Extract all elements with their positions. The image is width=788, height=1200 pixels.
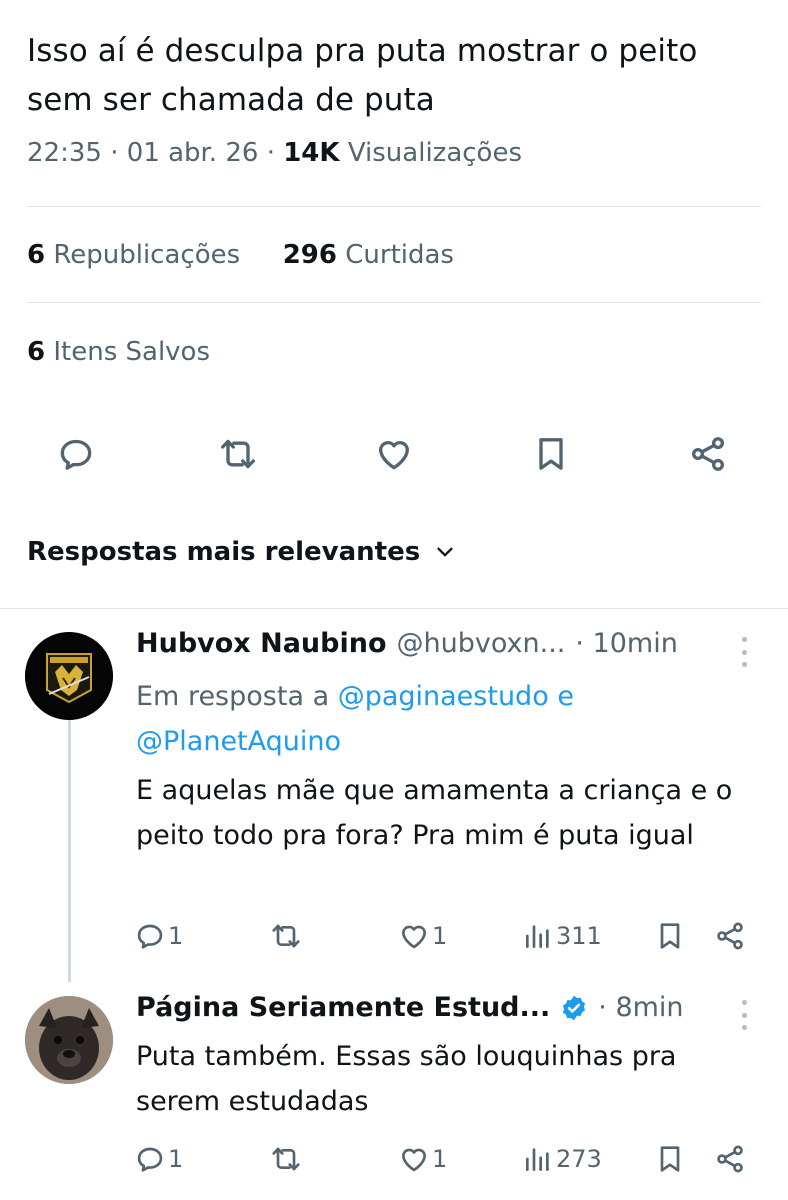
retweet-icon (272, 924, 300, 948)
tweet-text: Isso aí é desculpa pra puta mostrar o pe… (27, 33, 698, 118)
reposts-stat[interactable]: 6 Republicações (27, 240, 240, 270)
views-count: 14K (283, 138, 340, 168)
share-icon (692, 437, 724, 471)
like-icon (402, 925, 426, 949)
dot-icon (741, 637, 747, 642)
likes-label: Curtidas (336, 240, 454, 270)
dot-icon (741, 1000, 747, 1005)
likes-count: 296 (282, 240, 337, 270)
share-button[interactable] (714, 914, 746, 958)
reply-text: Puta também. Essas são louquinhas pra se… (136, 1041, 677, 1117)
in-reply-to: Em resposta a @paginaestudo e @PlanetAqu… (136, 674, 756, 764)
avatar[interactable] (25, 632, 113, 720)
like-button[interactable] (370, 430, 418, 478)
reply-icon (60, 439, 92, 470)
share-icon (717, 922, 743, 950)
reposts-count: 6 (27, 240, 46, 270)
like-button[interactable]: 1 (398, 1137, 447, 1181)
reply-header: Hubvox Naubino @hubvoxn... · 10min (136, 628, 678, 659)
bookmark-button[interactable] (654, 1137, 686, 1181)
views-count: 311 (556, 922, 602, 950)
fox-hound-logo-icon (25, 632, 113, 720)
reply-text: E aquelas mãe que amamenta a criança e o… (136, 775, 733, 851)
tweet-timestamp[interactable]: 22:35 · 01 abr. 26 · (27, 138, 283, 168)
reply-icon (137, 924, 163, 949)
bookmarks-label: Itens Salvos (45, 337, 211, 367)
bookmark-icon (660, 923, 680, 949)
reply-count: 1 (168, 922, 184, 950)
engagement-stats: 6 Republicações 296 Curtidas (27, 240, 454, 270)
dot-icon (741, 1025, 747, 1030)
mention-link[interactable]: @PlanetAquino (136, 726, 341, 757)
likes-stat[interactable]: 296 Curtidas (283, 240, 454, 270)
like-icon (402, 1148, 426, 1172)
share-button[interactable] (714, 1137, 746, 1181)
tweet-meta: 22:35 · 01 abr. 26 · 14K Visualizações (27, 138, 522, 168)
views-button[interactable]: 273 (522, 1137, 602, 1181)
chevron-down-icon (437, 547, 453, 557)
dot-icon (741, 649, 747, 655)
views-count: 273 (556, 1145, 602, 1173)
replies-sort-dropdown[interactable]: Respostas mais relevantes (27, 537, 456, 567)
bookmarks-count: 6 (27, 337, 46, 367)
views-label: Visualizações (339, 138, 522, 168)
analytics-icon (526, 925, 549, 948)
divider (27, 206, 761, 207)
author-name[interactable]: Hubvox Naubino (136, 628, 387, 659)
reply-icon (137, 1147, 163, 1172)
bookmark-icon (660, 1146, 680, 1172)
more-options-button[interactable] (734, 1000, 754, 1030)
retweet-button[interactable] (270, 1137, 302, 1181)
mention-link[interactable]: @paginaestudo (338, 681, 549, 712)
like-count: 1 (432, 1145, 448, 1173)
bookmark-icon (539, 438, 563, 470)
analytics-icon (526, 1148, 549, 1171)
more-options-button[interactable] (734, 637, 754, 667)
retweet-icon (221, 439, 255, 469)
in-reply-prefix: Em resposta a (136, 681, 338, 712)
reply-action-bar: 1 1 311 (0, 914, 788, 958)
like-icon (379, 441, 409, 470)
reply-timestamp[interactable]: · 10min (575, 628, 677, 659)
bookmarks-stat[interactable]: 6 Itens Salvos (27, 337, 210, 367)
retweet-icon (272, 1147, 300, 1171)
reply-button[interactable]: 1 (134, 1137, 183, 1181)
divider (0, 608, 788, 609)
share-button[interactable] (684, 430, 732, 478)
retweet-button[interactable] (270, 914, 302, 958)
tweet-action-bar (0, 424, 788, 484)
author-name[interactable]: Página Seriamente Estud... (136, 992, 550, 1023)
retweet-button[interactable] (214, 430, 262, 478)
views-button[interactable]: 311 (522, 914, 602, 958)
sort-label: Respostas mais relevantes (27, 537, 421, 567)
share-icon (717, 1145, 743, 1173)
bookmark-button[interactable] (527, 430, 575, 478)
reply-timestamp[interactable]: · 8min (598, 992, 683, 1023)
bookmark-button[interactable] (654, 914, 686, 958)
like-count: 1 (432, 922, 448, 950)
reply-header: Página Seriamente Estud... · 8min (136, 992, 684, 1023)
divider (27, 302, 761, 303)
reply-action-bar: 1 1 273 (0, 1137, 788, 1181)
reposts-label: Republicações (45, 240, 241, 270)
avatar[interactable] (25, 996, 113, 1084)
dot-icon (741, 1012, 747, 1018)
reply-button[interactable]: 1 (134, 914, 183, 958)
like-button[interactable]: 1 (398, 914, 447, 958)
previous-content-edge (0, 0, 788, 8)
dot-icon (741, 662, 747, 667)
author-handle[interactable]: @hubvoxn... (397, 628, 566, 659)
mention-join: e (548, 681, 574, 712)
dog-avatar-icon (25, 996, 113, 1084)
reply-count: 1 (168, 1145, 184, 1173)
reply-button[interactable] (52, 430, 100, 478)
verified-badge-icon (563, 995, 586, 1020)
